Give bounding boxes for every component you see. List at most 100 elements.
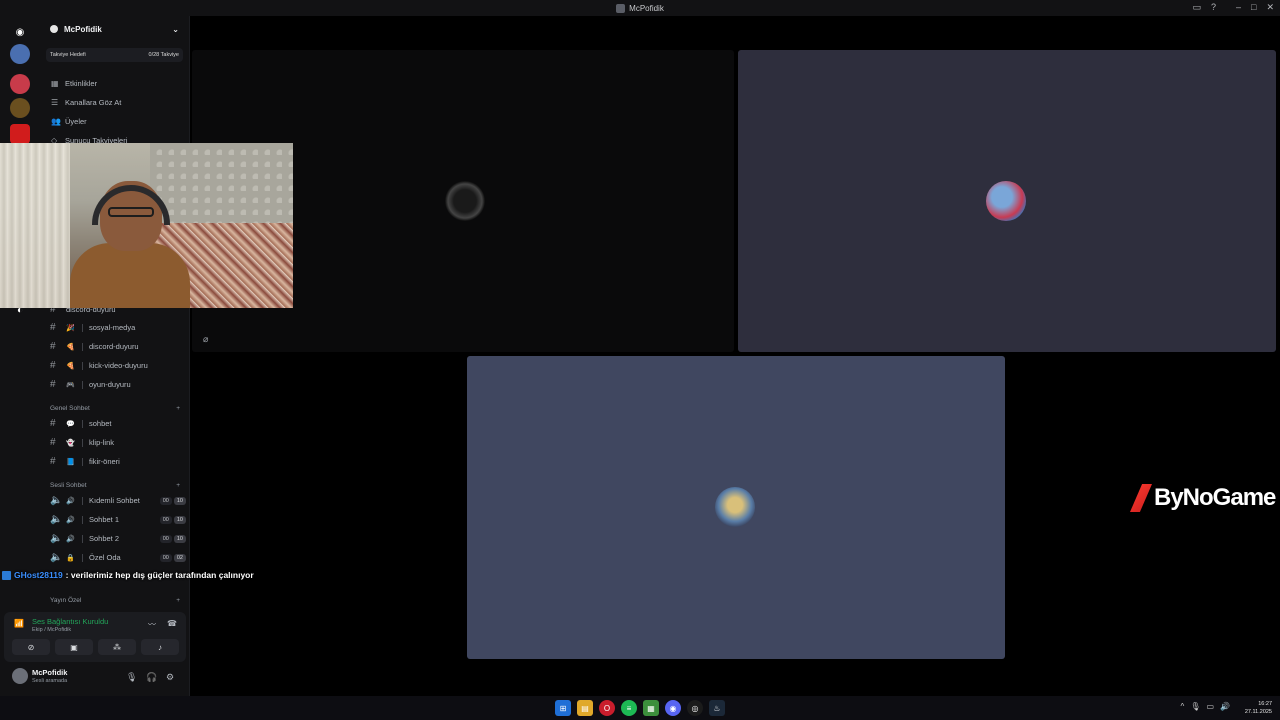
chrome-icon[interactable]: ◎ — [687, 700, 703, 716]
channel-discord-duyuru[interactable]: # 🍕 discord-duyuru — [50, 337, 186, 356]
inbox-icon[interactable]: ▭ — [1192, 2, 1201, 13]
volume-icon: 🔊 — [66, 535, 75, 543]
avatar[interactable] — [12, 668, 28, 684]
menu-events[interactable]: ▦ Etkinlikler — [40, 74, 189, 93]
window-title: McPofidik — [616, 3, 664, 13]
webcam-background — [0, 143, 70, 308]
voice-location[interactable]: Ekip / McPofidik — [32, 627, 71, 633]
disconnect-icon[interactable]: ☎ — [167, 619, 177, 628]
title-bar-tools: ▭ ? — [1192, 2, 1216, 13]
chevron-up-icon[interactable]: ^ — [1181, 702, 1185, 711]
microphone-icon[interactable]: 🎙 — [1190, 702, 1200, 711]
channel-kick-video-duyuru[interactable]: # 🍕 kick-video-duyuru — [50, 356, 186, 375]
participant-tile[interactable] — [738, 50, 1276, 352]
category-yayin-ozel[interactable]: Yayın Özel + — [50, 597, 180, 604]
server-avatar[interactable] — [10, 44, 30, 64]
hash-icon: # — [50, 456, 56, 467]
book-icon: 📘 — [66, 458, 75, 466]
clock[interactable]: 16:27 27.11.2025 — [1245, 700, 1272, 716]
channel-label: sohbet — [89, 419, 112, 428]
hash-icon: # — [50, 379, 56, 390]
microphone-icon[interactable]: 🎙 — [126, 672, 137, 683]
discord-home-icon[interactable]: ◉ — [10, 22, 30, 42]
network-icon[interactable]: ▭ — [1206, 702, 1214, 711]
add-channel-icon[interactable]: + — [176, 597, 180, 604]
limit-count: 02 — [173, 553, 186, 562]
channel-klip-link[interactable]: # 👻 klip-link — [50, 433, 186, 452]
channel-label: Sohbet 2 — [89, 534, 120, 543]
maximize-button[interactable]: □ — [1251, 2, 1256, 13]
screen-share-icon: ▣ — [70, 642, 78, 652]
headphones-shape — [92, 185, 170, 225]
voice-channel-sohbet-1[interactable]: 🔈 🔊 Sohbet 1 00 10 — [50, 510, 186, 529]
channel-label: kick-video-duyuru — [89, 361, 148, 370]
participant-tile[interactable] — [467, 356, 1005, 659]
server-avatar[interactable] — [10, 74, 30, 94]
channel-label: oyun-duyuru — [89, 380, 131, 389]
category-sesli-sohbet[interactable]: Sesli Sohbet + — [50, 482, 180, 489]
menu-label: Üyeler — [65, 117, 87, 126]
discord-icon[interactable]: ◉ — [665, 700, 681, 716]
taskbar: ⊞ ▤ O ≡ ▦ ◉ ◎ ♨ ^ 🎙 ▭ 🔊 16:27 27.11.2025 — [0, 696, 1280, 720]
file-explorer-icon[interactable]: ▤ — [577, 700, 593, 716]
menu-members[interactable]: 👥 Üyeler — [40, 112, 189, 131]
channel-label: discord-duyuru — [89, 342, 139, 351]
screen-share-button[interactable]: ▣ — [55, 639, 93, 655]
webcam-overlay — [0, 143, 293, 308]
channel-sohbet[interactable]: # 💬 sohbet — [50, 414, 186, 433]
add-channel-icon[interactable]: + — [176, 405, 180, 412]
username[interactable]: McPofidik — [32, 668, 67, 677]
server-avatar[interactable] — [10, 124, 30, 144]
user-limit-badge: 00 10 — [159, 534, 186, 543]
voice-channel-kidemli-sohbet[interactable]: 🔈 🔊 Kıdemli Sohbet 00 10 — [50, 491, 186, 510]
channel-label: sosyal-medya — [89, 323, 136, 332]
separator — [82, 380, 83, 389]
spotify-icon[interactable]: ≡ — [621, 700, 637, 716]
browse-icon: ☰ — [51, 97, 59, 107]
category-genel-sohbet[interactable]: Genel Sohbet + — [50, 405, 180, 412]
volume-icon: 🔊 — [66, 516, 75, 524]
signal-icon: 📶 — [14, 619, 24, 628]
screen: McPofidik ▭ ? – □ ✕ ◉ ◐ McPofidik ⌄ Takv… — [0, 0, 1280, 720]
title-bar: McPofidik ▭ ? – □ ✕ — [0, 0, 1280, 16]
lock-icon: 🔒 — [66, 554, 75, 562]
soundboard-icon: ♪ — [158, 642, 162, 652]
channel-fikir-oneri[interactable]: # 📘 fikir-öneri — [50, 452, 186, 471]
camera-off-button[interactable]: ⊘ — [12, 639, 50, 655]
speaker-icon: 🔈 — [50, 552, 63, 563]
game-icon[interactable]: ▦ — [643, 700, 659, 716]
soundboard-button[interactable]: ♪ — [141, 639, 179, 655]
voice-status[interactable]: Ses Bağlantısı Kuruldu — [32, 617, 108, 626]
channel-label: Özel Oda — [89, 553, 121, 562]
speaker-icon: 🔈 — [50, 495, 63, 506]
pizza-icon: 🍕 — [66, 343, 75, 351]
activities-button[interactable]: ⁂ — [98, 639, 136, 655]
hash-icon: # — [50, 360, 56, 371]
volume-icon[interactable]: 🔊 — [1220, 702, 1230, 711]
gear-icon[interactable]: ⚙ — [166, 672, 174, 683]
ghost-icon: 👻 — [66, 439, 75, 447]
close-button[interactable]: ✕ — [1266, 2, 1274, 13]
noise-suppression-icon[interactable]: 〰 — [148, 619, 156, 630]
activities-icon: ⁂ — [113, 642, 121, 652]
server-header[interactable]: McPofidik ⌄ — [40, 16, 189, 42]
minimize-button[interactable]: – — [1236, 2, 1241, 13]
help-icon[interactable]: ? — [1211, 2, 1216, 13]
taskbar-apps: ⊞ ▤ O ≡ ▦ ◉ ◎ ♨ — [555, 700, 725, 716]
headphones-icon[interactable]: 🎧 — [146, 672, 157, 683]
start-icon[interactable]: ⊞ — [555, 700, 571, 716]
server-avatar[interactable] — [10, 98, 30, 118]
party-icon: 🎉 — [66, 324, 75, 332]
menu-browse-channels[interactable]: ☰ Kanallara Göz At — [40, 93, 189, 112]
boost-count: 0/28 Takviye — [148, 52, 179, 58]
channel-sosyal-medya[interactable]: # 🎉 sosyal-medya — [50, 318, 186, 337]
opera-icon[interactable]: O — [599, 700, 615, 716]
steam-icon[interactable]: ♨ — [709, 700, 725, 716]
voice-channel-sohbet-2[interactable]: 🔈 🔊 Sohbet 2 00 10 — [50, 529, 186, 548]
channel-oyun-duyuru[interactable]: # 🎮 oyun-duyuru — [50, 375, 186, 394]
volume-icon: 🔊 — [66, 497, 75, 505]
boost-goal[interactable]: Takviye Hedefi 0/28 Takviye — [46, 48, 183, 62]
voice-channel-ozel-oda[interactable]: 🔈 🔒 Özel Oda 00 02 — [50, 548, 186, 567]
add-channel-icon[interactable]: + — [176, 482, 180, 489]
channel-label: fikir-öneri — [89, 457, 120, 466]
